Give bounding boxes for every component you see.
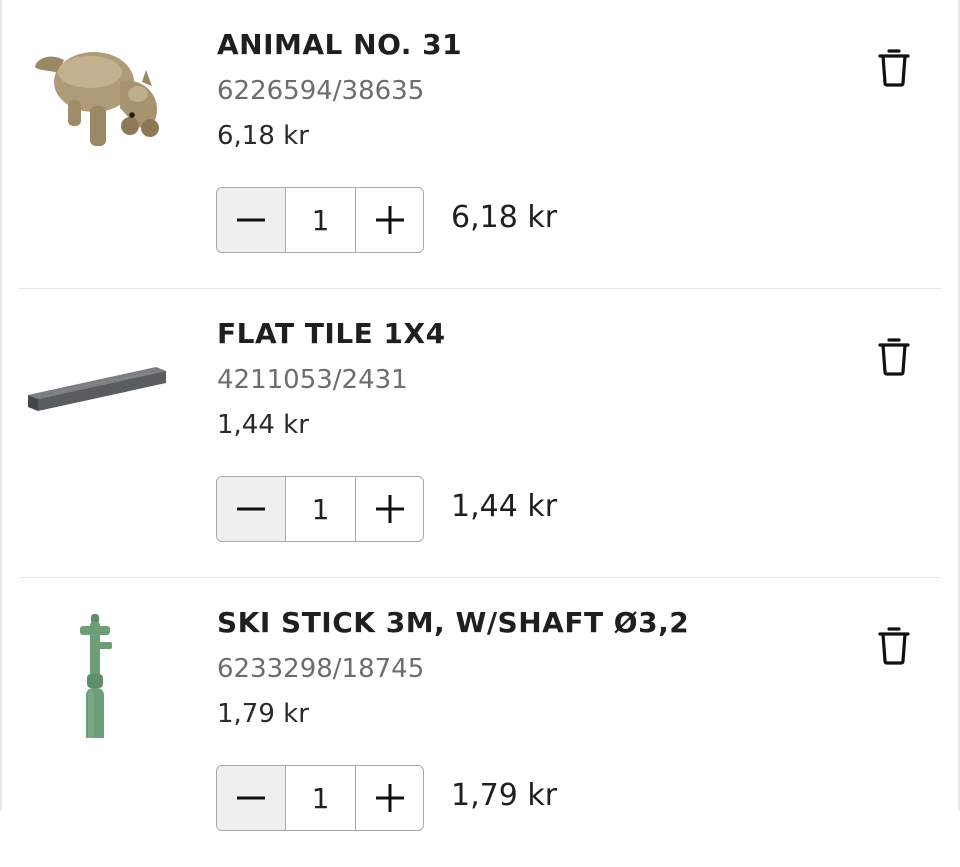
item-title[interactable]: SKI STICK 3M, W/SHAFT Ø3,2 bbox=[217, 606, 689, 639]
quantity-stepper: 1 bbox=[216, 187, 424, 253]
increment-button[interactable] bbox=[356, 766, 423, 830]
increment-button[interactable] bbox=[356, 477, 423, 541]
plus-icon bbox=[375, 495, 404, 523]
minus-icon bbox=[237, 507, 265, 511]
item-line-total: 1,79 kr bbox=[451, 778, 558, 813]
delete-button[interactable] bbox=[872, 622, 916, 668]
trash-icon bbox=[878, 338, 910, 376]
quantity-value[interactable]: 1 bbox=[286, 766, 356, 830]
delete-button[interactable] bbox=[872, 44, 916, 90]
plus-icon bbox=[375, 206, 404, 234]
item-title[interactable]: ANIMAL NO. 31 bbox=[217, 28, 462, 61]
decrement-button[interactable] bbox=[217, 477, 286, 541]
quantity-stepper: 1 bbox=[216, 476, 424, 542]
item-line-total: 6,18 kr bbox=[451, 200, 558, 235]
item-sku: 4211053/2431 bbox=[217, 365, 408, 395]
plus-icon bbox=[375, 784, 404, 812]
cart-item-list: ANIMAL NO. 31 6226594/38635 6,18 kr 1 6,… bbox=[0, 0, 960, 867]
minus-icon bbox=[237, 796, 265, 800]
cart-item: FLAT TILE 1X4 4211053/2431 1,44 kr 1 1,4… bbox=[0, 289, 960, 578]
cart-item: SKI STICK 3M, W/SHAFT Ø3,2 6233298/18745… bbox=[0, 578, 960, 867]
increment-button[interactable] bbox=[356, 188, 423, 252]
trash-icon bbox=[878, 627, 910, 665]
item-unit-price: 6,18 kr bbox=[217, 121, 309, 151]
quantity-value[interactable]: 1 bbox=[286, 477, 356, 541]
quantity-stepper: 1 bbox=[216, 765, 424, 831]
ski-stick-image[interactable] bbox=[24, 608, 168, 744]
flat-tile-image[interactable] bbox=[24, 319, 168, 449]
item-unit-price: 1,79 kr bbox=[217, 699, 309, 729]
cart-item: ANIMAL NO. 31 6226594/38635 6,18 kr 1 6,… bbox=[0, 0, 960, 289]
delete-button[interactable] bbox=[872, 333, 916, 379]
minus-icon bbox=[237, 218, 265, 222]
trash-icon bbox=[878, 49, 910, 87]
item-title[interactable]: FLAT TILE 1X4 bbox=[217, 317, 446, 350]
decrement-button[interactable] bbox=[217, 188, 286, 252]
decrement-button[interactable] bbox=[217, 766, 286, 830]
item-unit-price: 1,44 kr bbox=[217, 410, 309, 440]
rat-figure-image[interactable] bbox=[24, 30, 168, 160]
quantity-value[interactable]: 1 bbox=[286, 188, 356, 252]
item-sku: 6226594/38635 bbox=[217, 76, 425, 106]
item-line-total: 1,44 kr bbox=[451, 489, 558, 524]
item-sku: 6233298/18745 bbox=[217, 654, 425, 684]
